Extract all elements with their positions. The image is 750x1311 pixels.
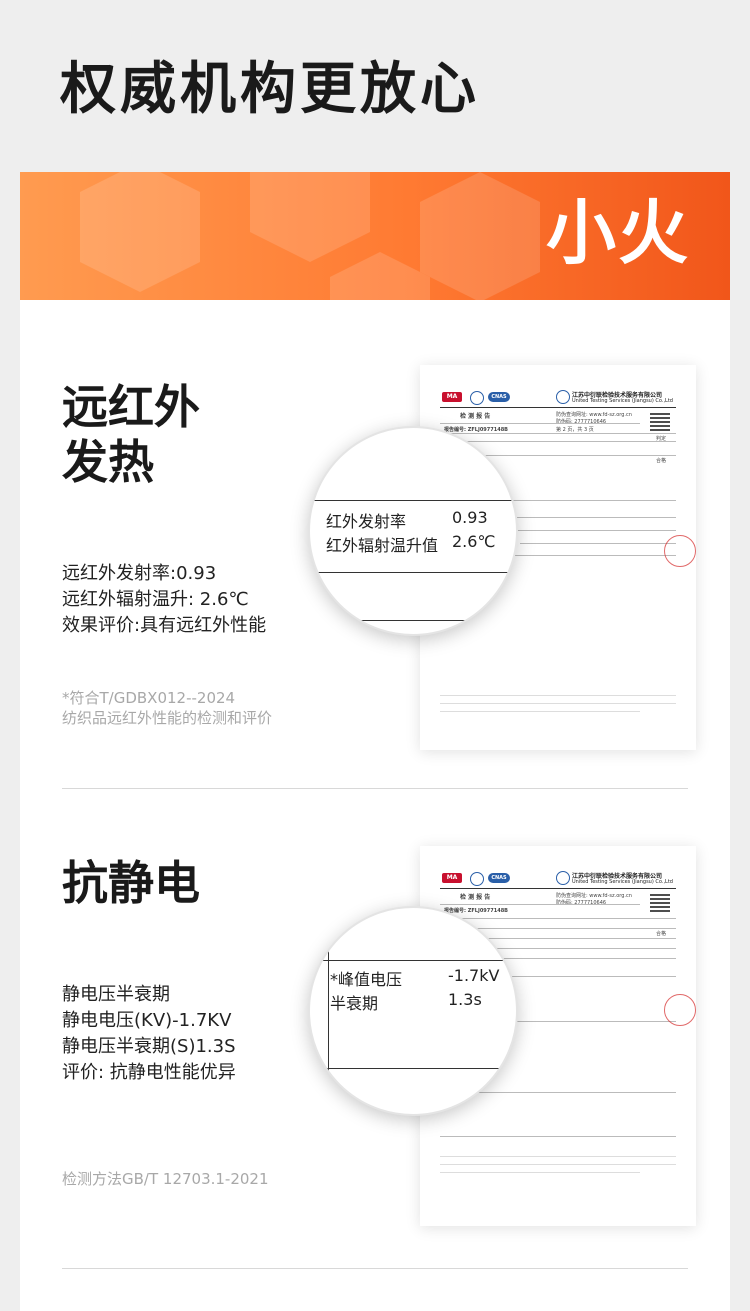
- cma-logo: MA: [442, 873, 462, 883]
- ilac-logo: [470, 872, 484, 886]
- section-title-line: 远红外: [62, 380, 200, 434]
- info-line: 静电压半衰期: [62, 984, 170, 1005]
- report-conclusion-label: 判定: [656, 436, 667, 442]
- cnas-logo: CNAS: [488, 873, 510, 883]
- brand-banner: 小火: [20, 172, 730, 300]
- note-line: 检测方法GB/T 12703.1-2021: [62, 1170, 269, 1188]
- section-antistatic-info: 静电压半衰期 静电电压(KV)-1.7KV 静电压半衰期(S)1.3S 评价: …: [62, 982, 236, 1086]
- report-page: 第 2 页，共 3 页: [556, 427, 594, 433]
- note-line: *符合T/GDBX012--2024: [62, 689, 236, 707]
- info-line: 静电电压(KV)-1.7KV: [62, 1010, 232, 1031]
- mag-label: 半衰期: [330, 994, 379, 1013]
- section-title-line: 发热: [62, 435, 154, 490]
- cnas-logo: CNAS: [488, 392, 510, 402]
- section-divider: [62, 1268, 688, 1269]
- magnifier-antistatic: *峰值电压 -1.7kV 半衰期 1.3s: [308, 906, 518, 1116]
- report-result: 合格: [656, 931, 667, 937]
- section-far-infrared-note: *符合T/GDBX012--2024 纺织品远红外性能的检测和评价: [62, 688, 272, 728]
- section-antistatic-note: 检测方法GB/T 12703.1-2021: [62, 1169, 269, 1189]
- section-antistatic-title: 抗静电: [62, 856, 200, 911]
- mag-label: *峰值电压: [330, 970, 403, 989]
- uts-logo: [556, 871, 570, 885]
- report-result: 合格: [656, 458, 667, 464]
- info-line: 远红外辐射温升: 2.6℃: [62, 589, 249, 610]
- uts-logo: [556, 390, 570, 404]
- section-title-line: 抗静电: [62, 856, 200, 910]
- report-website: 防伪查询网址: www.fd-sz.org.cn: [556, 412, 632, 418]
- section-divider: [62, 788, 688, 789]
- section-far-infrared-info: 远红外发射率:0.93 远红外辐射温升: 2.6℃ 效果评价:具有远红外性能: [62, 561, 266, 639]
- mag-label: 红外发射率: [326, 512, 407, 531]
- cma-logo: MA: [442, 392, 462, 402]
- magnifier-far-infrared: 红外发射率 0.93 红外辐射温升值 2.6℃: [308, 426, 518, 636]
- ilac-logo: [470, 391, 484, 405]
- report-website: 防伪查询网址: www.fd-sz.org.cn: [556, 893, 632, 899]
- note-line: 纺织品远红外性能的检测和评价: [62, 709, 273, 727]
- info-line: 静电压半衰期(S)1.3S: [62, 1036, 236, 1057]
- mag-label: 红外辐射温升值: [326, 536, 439, 555]
- report-number: 报告编号: ZFLJ0977148B: [444, 427, 508, 433]
- page-title: 权威机构更放心: [60, 57, 480, 122]
- info-line: 远红外发射率:0.93: [62, 563, 217, 584]
- mag-value: -1.7kV: [448, 966, 500, 985]
- hexagon-pattern: [80, 172, 540, 300]
- mag-value: 1.3s: [448, 990, 482, 1009]
- red-seal-stamp: [664, 994, 696, 1026]
- qr-code-icon: [650, 892, 670, 912]
- brand-logo: 小火: [546, 192, 690, 274]
- info-line: 效果评价:具有远红外性能: [62, 615, 267, 636]
- report-heading: 检 测 报 告: [460, 413, 491, 420]
- red-seal-stamp: [664, 535, 696, 567]
- org-name-en: United Testing Services (Jiangsu) Co.,Lt…: [572, 879, 673, 885]
- org-name-en: United Testing Services (Jiangsu) Co.,Lt…: [572, 398, 673, 404]
- report-heading: 检 测 报 告: [460, 894, 491, 901]
- section-far-infrared-title: 远红外 发热: [62, 380, 200, 490]
- content-card: 小火 远红外 发热 远红外发射率:0.93 远红外辐射温升: 2.6℃ 效果评价…: [20, 172, 730, 1311]
- info-line: 评价: 抗静电性能优异: [62, 1062, 236, 1083]
- mag-value: 0.93: [452, 508, 488, 527]
- qr-code-icon: [650, 411, 670, 431]
- mag-value: 2.6℃: [452, 532, 496, 551]
- report-number: 报告编号: ZFLJ0977148B: [444, 908, 508, 914]
